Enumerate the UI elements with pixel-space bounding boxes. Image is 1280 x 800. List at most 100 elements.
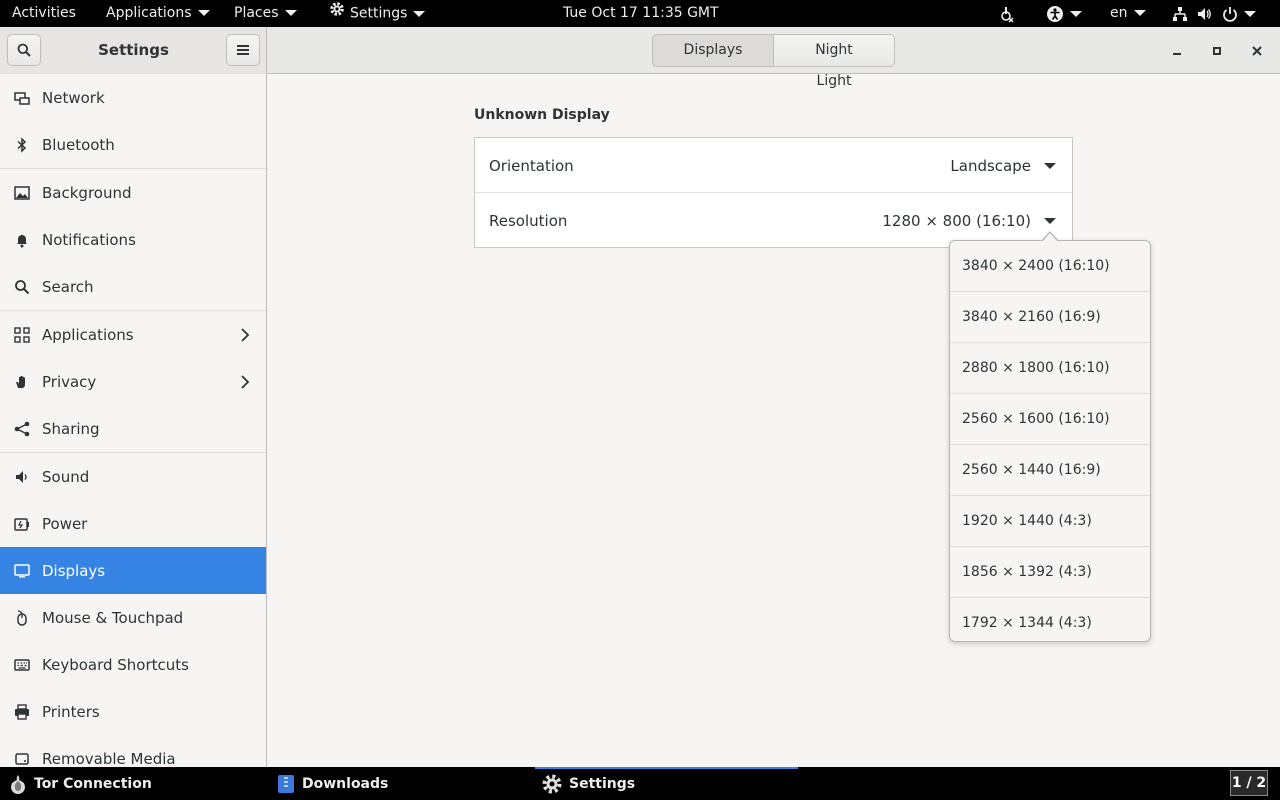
accessibility-menu[interactable] xyxy=(1046,0,1082,27)
tab-night-light[interactable]: Night Light xyxy=(774,34,895,89)
resolution-popover: 3840 × 2400 (16:10) 3840 × 2160 (16:9) 2… xyxy=(949,240,1151,642)
network-wired-icon xyxy=(1173,6,1187,21)
sidebar-item-bluetooth[interactable]: Bluetooth xyxy=(0,121,266,168)
activities-button[interactable]: Activities xyxy=(12,0,76,27)
resolution-option[interactable]: 1920 × 1440 (4:3) xyxy=(950,496,1150,547)
header-bar: Settings Displays Night Light xyxy=(0,27,1280,89)
resolution-option[interactable]: 2560 × 1440 (16:9) xyxy=(950,445,1150,496)
task-label: Tor Connection xyxy=(34,775,152,792)
sidebar-item-label: Keyboard Shortcuts xyxy=(42,655,189,674)
sidebar-item-label: Search xyxy=(42,277,94,296)
chevron-down-icon xyxy=(1244,10,1256,17)
close-button[interactable] xyxy=(1243,37,1271,65)
tab-displays[interactable]: Displays xyxy=(652,34,774,67)
orientation-label: Orientation xyxy=(489,156,574,175)
maximize-button[interactable] xyxy=(1203,37,1231,65)
resolution-value: 1280 × 800 (16:10) xyxy=(882,211,1031,230)
share-icon xyxy=(13,420,31,438)
hand-icon xyxy=(13,373,31,391)
gear-icon xyxy=(541,773,563,795)
orientation-row[interactable]: Orientation Landscape xyxy=(475,138,1072,193)
applications-menu[interactable]: Applications xyxy=(106,0,210,27)
task-label: Settings xyxy=(569,775,636,792)
sidebar-item-removable-media[interactable]: Removable Media xyxy=(0,735,266,767)
window-list-bar: Tor Connection Downloads Settings 1 / 2 xyxy=(0,767,1280,800)
display-icon xyxy=(13,562,31,580)
resolution-option[interactable]: 2880 × 1800 (16:10) xyxy=(950,343,1150,394)
media-icon xyxy=(13,750,31,768)
sidebar-item-label: Sharing xyxy=(42,419,100,438)
keyboard-icon xyxy=(13,656,31,674)
tor-status-icon[interactable] xyxy=(997,0,1015,27)
sidebar-item-label: Notifications xyxy=(42,230,136,249)
dropdown-arrow-icon xyxy=(1044,162,1056,169)
sidebar-item-mouse-touchpad[interactable]: Mouse & Touchpad xyxy=(0,594,266,641)
resolution-label: Resolution xyxy=(489,211,568,230)
resolution-option[interactable]: 3840 × 2400 (16:10) xyxy=(950,241,1150,292)
popover-arrow-fill xyxy=(1042,233,1058,242)
task-tor-connection[interactable]: Tor Connection xyxy=(8,767,152,800)
volume-icon xyxy=(1198,7,1211,20)
places-menu-label: Places xyxy=(234,5,279,21)
chevron-right-icon xyxy=(238,374,252,389)
sidebar-item-label: Network xyxy=(42,88,105,107)
settings-app-menu-label: Settings xyxy=(350,5,408,22)
chevron-down-icon xyxy=(197,10,210,16)
sidebar-item-power[interactable]: Power xyxy=(0,500,266,547)
workspace-indicator[interactable]: 1 / 2 xyxy=(1230,770,1268,796)
resolution-option[interactable]: 3840 × 2160 (16:9) xyxy=(950,292,1150,343)
places-menu[interactable]: Places xyxy=(234,0,297,27)
view-switcher: Displays Night Light xyxy=(652,34,895,89)
sidebar-item-privacy[interactable]: Privacy xyxy=(0,358,266,405)
close-icon xyxy=(1252,46,1262,56)
search-icon xyxy=(17,43,31,57)
resolution-option[interactable]: 1792 × 1344 (4:3) xyxy=(950,598,1150,641)
resolution-option[interactable]: 1856 × 1392 (4:3) xyxy=(950,547,1150,598)
printer-icon xyxy=(13,703,31,721)
sidebar-item-label: Printers xyxy=(42,702,100,721)
task-downloads[interactable]: Downloads xyxy=(277,767,388,800)
accessibility-icon xyxy=(1047,5,1063,22)
chevron-down-icon xyxy=(1070,10,1082,17)
hamburger-menu-button[interactable] xyxy=(226,34,260,66)
sidebar-item-displays[interactable]: Displays xyxy=(0,547,266,594)
sidebar-item-keyboard-shortcuts[interactable]: Keyboard Shortcuts xyxy=(0,641,266,688)
display-settings-frame: Orientation Landscape Resolution 1280 × … xyxy=(474,137,1073,248)
clock[interactable]: Tue Oct 17 11:35 GMT xyxy=(563,0,719,27)
settings-app-menu[interactable]: Settings xyxy=(329,0,426,27)
gear-icon xyxy=(329,0,345,27)
sidebar-item-label: Privacy xyxy=(42,372,97,391)
sidebar-header: Settings xyxy=(0,27,267,74)
search-button[interactable] xyxy=(7,34,41,66)
dropdown-arrow-icon xyxy=(1044,217,1056,224)
bell-icon xyxy=(13,231,31,249)
sidebar-item-label: Mouse & Touchpad xyxy=(42,608,184,627)
search-icon xyxy=(13,278,31,296)
sidebar-item-background[interactable]: Background xyxy=(0,169,266,216)
minimize-button[interactable] xyxy=(1163,37,1191,65)
mouse-icon xyxy=(13,609,31,627)
task-label: Downloads xyxy=(302,775,389,792)
sidebar-item-label: Power xyxy=(42,514,88,533)
orientation-value: Landscape xyxy=(950,156,1031,175)
chevron-down-icon xyxy=(284,10,297,16)
sidebar-item-network[interactable]: Network xyxy=(0,74,266,121)
sidebar-item-label: Displays xyxy=(42,561,106,580)
sidebar-item-sharing[interactable]: Sharing xyxy=(0,405,266,452)
resolution-option[interactable]: 2560 × 1600 (16:10) xyxy=(950,394,1150,445)
sidebar-item-notifications[interactable]: Notifications xyxy=(0,216,266,263)
applications-menu-label: Applications xyxy=(106,5,192,21)
sidebar-item-applications[interactable]: Applications xyxy=(0,311,266,358)
folder-icon xyxy=(277,774,295,794)
sidebar-item-search[interactable]: Search xyxy=(0,263,266,310)
sidebar-item-sound[interactable]: Sound xyxy=(0,453,266,500)
onion-icon xyxy=(8,773,28,795)
sidebar-item-printers[interactable]: Printers xyxy=(0,688,266,735)
system-menu[interactable] xyxy=(1172,0,1256,27)
sidebar-item-label: Sound xyxy=(42,467,90,486)
chevron-down-icon xyxy=(413,10,426,17)
language-menu[interactable]: en xyxy=(1110,0,1146,27)
task-settings[interactable]: Settings xyxy=(541,767,635,800)
grid-icon xyxy=(13,326,31,344)
network-icon xyxy=(13,89,31,107)
